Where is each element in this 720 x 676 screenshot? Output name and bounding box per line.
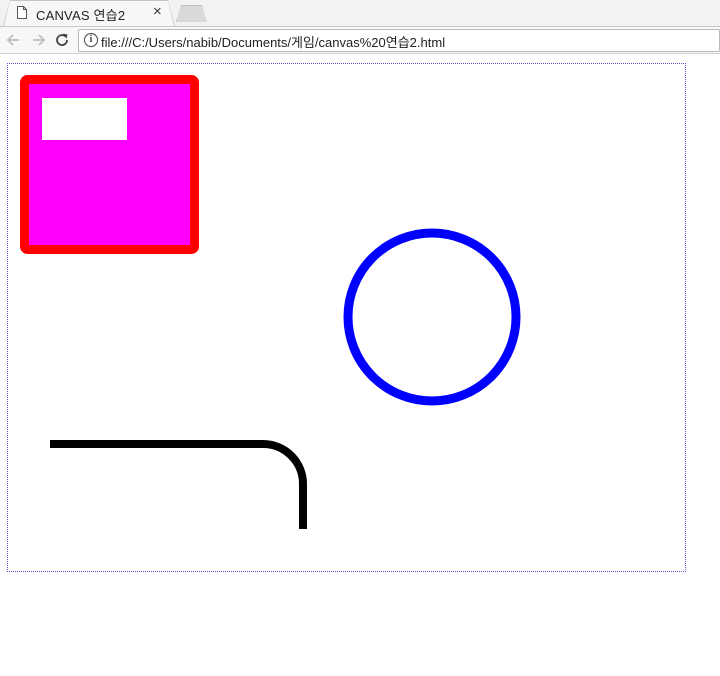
page-icon — [17, 6, 27, 19]
address-bar[interactable]: i file:///C:/Users/nabib/Documents/게임/ca… — [78, 29, 720, 52]
canvas-area — [7, 63, 686, 572]
white-inner-rect — [42, 98, 127, 140]
tab-title: CANVAS 연습2 — [36, 8, 126, 23]
forward-arrow-icon[interactable] — [28, 30, 48, 50]
address-text[interactable]: file:///C:/Users/nabib/Documents/게임/canv… — [101, 32, 445, 51]
canvas-drawing — [20, 75, 521, 529]
black-rounded-line — [50, 440, 307, 529]
info-icon[interactable]: i — [84, 33, 98, 47]
close-icon[interactable]: × — [153, 4, 162, 20]
new-tab-button[interactable] — [176, 5, 207, 22]
tab-strip: CANVAS 연습2 × — [0, 0, 720, 27]
toolbar: i file:///C:/Users/nabib/Documents/게임/ca… — [0, 27, 720, 54]
reload-icon[interactable] — [52, 30, 72, 50]
blue-circle — [343, 228, 521, 406]
back-arrow-icon[interactable] — [4, 30, 24, 50]
